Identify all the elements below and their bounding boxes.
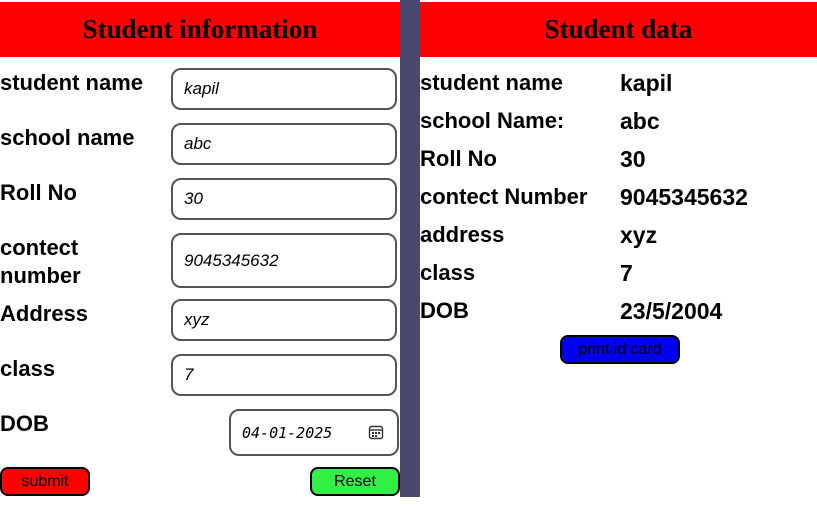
data-value-dob: 23/5/2004 [620, 298, 723, 324]
contact-number-input[interactable] [171, 233, 397, 288]
data-value-contact-number: 9045345632 [620, 184, 748, 210]
panel-divider [400, 0, 420, 497]
data-label-dob: DOB [420, 298, 469, 323]
submit-button[interactable]: submit [0, 467, 90, 496]
reset-button[interactable]: Reset [310, 467, 400, 496]
roll-no-input[interactable] [171, 178, 397, 220]
data-label-address: address [420, 222, 505, 247]
calendar-icon[interactable] [368, 424, 384, 440]
student-name-label: student name [0, 70, 144, 95]
data-value-roll-no: 30 [620, 146, 646, 172]
data-value-class: 7 [620, 260, 633, 286]
address-label: Address [0, 301, 89, 326]
data-label-school-name: school Name: [420, 108, 565, 133]
print-id-card-button[interactable]: print id card [560, 335, 680, 364]
data-value-address: xyz [620, 222, 658, 248]
data-value-school-name: abc [620, 108, 660, 134]
form-title: Student information [0, 2, 400, 57]
school-name-label: school name [0, 125, 135, 150]
student-name-input[interactable] [171, 68, 397, 110]
school-name-input[interactable] [171, 123, 397, 165]
dob-label: DOB [0, 411, 49, 436]
class-label: class [0, 356, 56, 381]
data-label-student-name: student name [420, 70, 564, 95]
roll-no-label: Roll No [0, 180, 77, 205]
dob-date-input[interactable]: 04-01-2025 [229, 409, 399, 456]
student-information-form: Student information student name school … [0, 0, 400, 505]
dob-date-value: 04-01-2025 [242, 423, 333, 442]
address-input[interactable] [171, 299, 397, 341]
contact-number-label: contect number [0, 235, 81, 288]
data-label-class: class [420, 260, 476, 285]
data-label-roll-no: Roll No [420, 146, 497, 171]
student-data-panel: Student data student name kapil school N… [420, 0, 817, 505]
data-value-student-name: kapil [620, 70, 673, 96]
data-panel-title: Student data [420, 2, 817, 57]
class-input[interactable] [171, 354, 397, 396]
data-label-contact-number: contect Number [420, 184, 588, 209]
